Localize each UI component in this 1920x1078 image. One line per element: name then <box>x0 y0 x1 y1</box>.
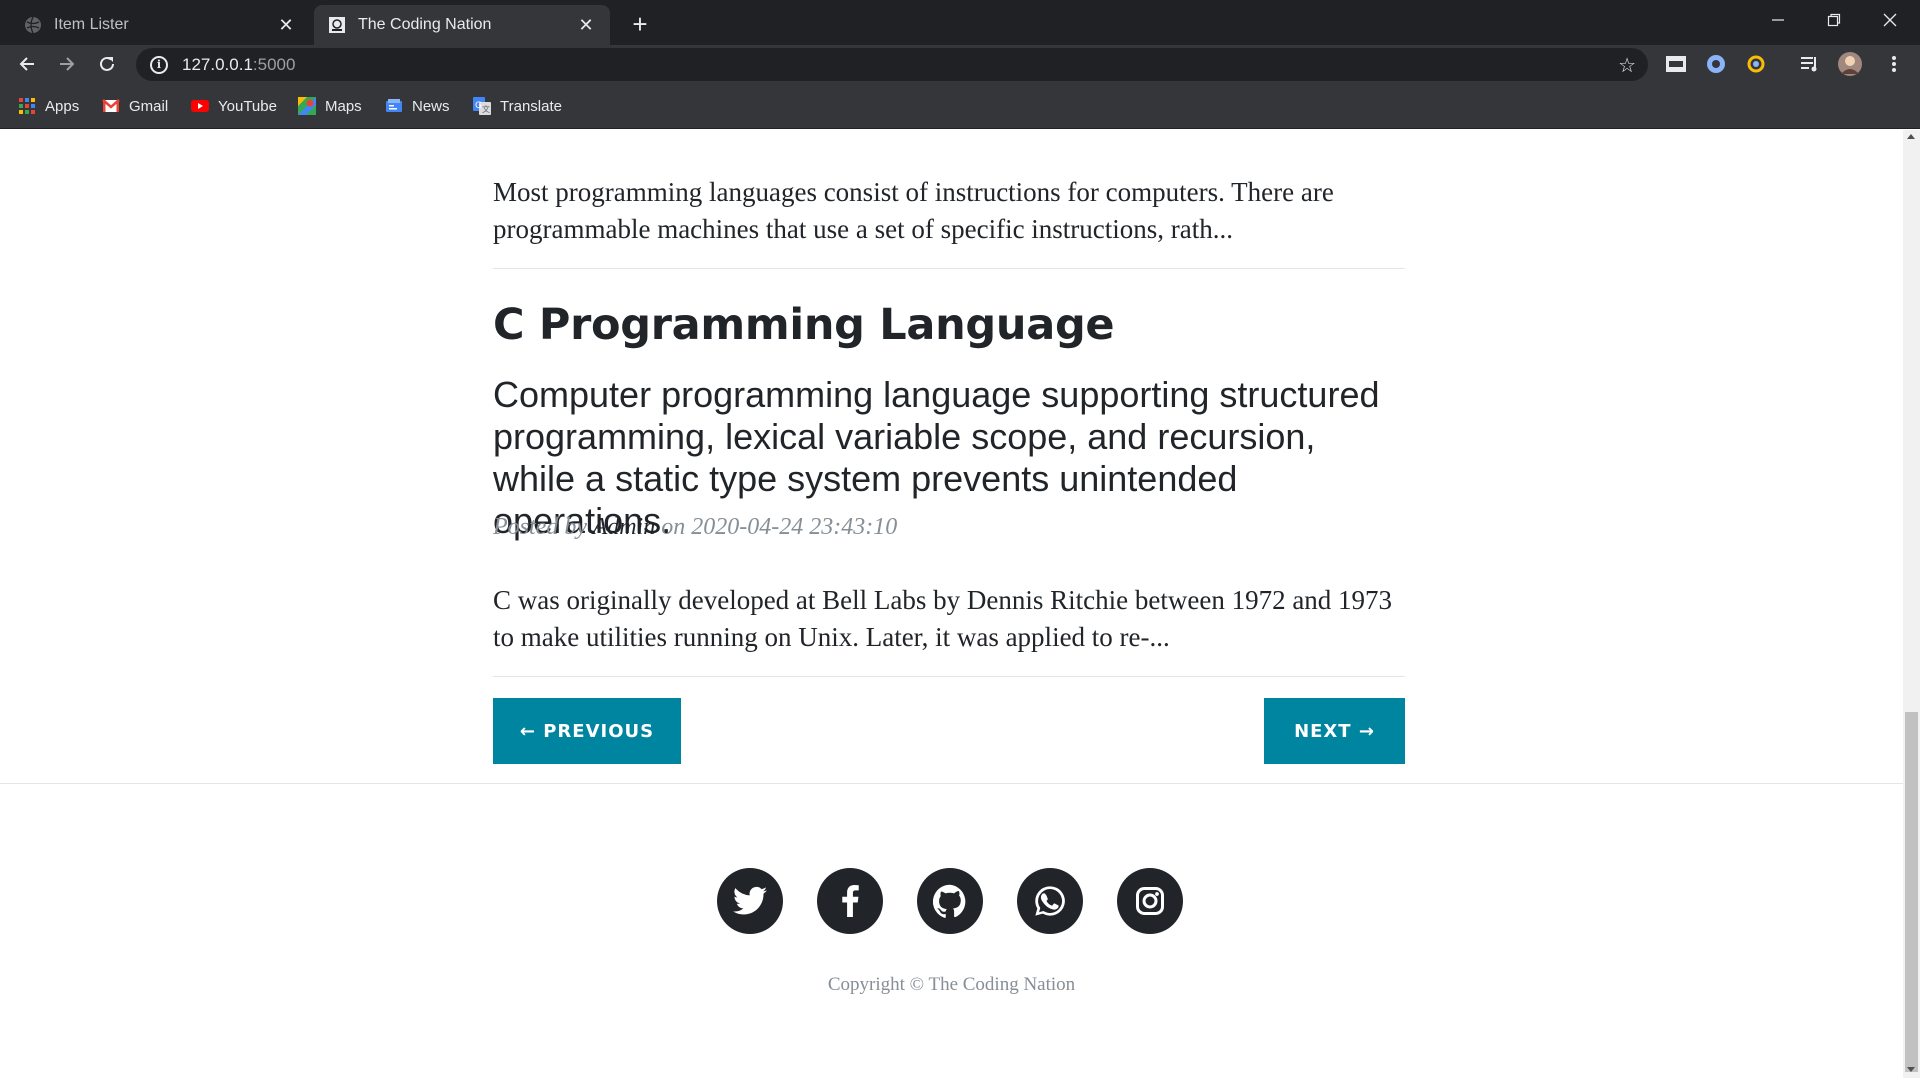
media-queue-icon[interactable] <box>1798 52 1822 76</box>
site-favicon-icon <box>328 16 346 34</box>
bookmark-star-icon[interactable]: ☆ <box>1618 53 1636 78</box>
previous-page-button[interactable]: ← PREVIOUS <box>493 698 681 764</box>
author-link[interactable]: Admin <box>593 514 656 540</box>
page-viewport: ⋯ Most programming languages consist of … <box>0 130 1903 1078</box>
bookmark-label: Gmail <box>129 97 169 115</box>
bookmark-label: News <box>412 97 450 115</box>
minimize-icon[interactable] <box>1750 0 1806 40</box>
extension-icon[interactable] <box>1704 52 1728 76</box>
site-info-icon[interactable]: i <box>150 55 168 74</box>
url-port: :5000 <box>252 54 296 74</box>
next-page-button[interactable]: NEXT → <box>1264 698 1405 764</box>
close-window-icon[interactable] <box>1862 0 1918 40</box>
previous-post-excerpt: Most programming languages consist of in… <box>493 177 1334 244</box>
svg-text:文: 文 <box>482 104 490 114</box>
menu-kebab-icon[interactable] <box>1882 52 1906 76</box>
vertical-scrollbar[interactable] <box>1903 130 1920 1078</box>
reload-icon[interactable] <box>90 47 124 81</box>
url-host: 127.0.0.1 <box>182 54 253 74</box>
svg-text:G: G <box>475 101 482 111</box>
bookmark-maps[interactable]: Maps <box>298 94 362 118</box>
tab-strip: Item Lister ✕ The Coding Nation ✕ + <box>0 0 1920 45</box>
tab-title: Item Lister <box>54 16 129 33</box>
browser-toolbar: i 127.0.0.1:5000 ☆ <box>0 45 1920 84</box>
whatsapp-icon[interactable] <box>1017 868 1083 934</box>
close-tab-icon[interactable]: ✕ <box>276 15 296 35</box>
instagram-icon[interactable] <box>1117 868 1183 934</box>
translate-icon: G文 <box>473 97 491 115</box>
previous-post-meta-clipped: ⋯ <box>493 130 517 143</box>
post-meta: Posted by Admin on 2020-04-24 23:43:10 <box>493 514 1405 541</box>
news-icon <box>385 97 403 115</box>
new-tab-button[interactable]: + <box>624 8 656 40</box>
copyright-text: Copyright © The Coding Nation <box>827 974 1076 995</box>
back-arrow-icon[interactable] <box>10 47 44 81</box>
tab-title: The Coding Nation <box>358 16 492 33</box>
scroll-down-arrow-icon[interactable] <box>1907 1067 1915 1072</box>
globe-icon <box>24 16 42 34</box>
meta-prefix: Posted by <box>493 514 587 540</box>
address-bar[interactable]: i 127.0.0.1:5000 ☆ <box>136 48 1648 81</box>
bookmark-gmail[interactable]: Gmail <box>102 94 168 118</box>
meta-on: on <box>661 514 686 540</box>
twitter-icon[interactable] <box>717 868 783 934</box>
post-excerpt: C was originally developed at Bell Labs … <box>493 585 1393 652</box>
facebook-icon[interactable] <box>817 868 883 934</box>
post-divider <box>493 676 1405 677</box>
post-title[interactable]: C Programming Language <box>493 300 1405 350</box>
bookmarks-bar: Apps Gmail YouTube Maps News G文 Translat… <box>0 84 1920 129</box>
gmail-icon <box>102 97 120 115</box>
apps-grid-icon <box>18 97 36 115</box>
restore-icon[interactable] <box>1806 0 1862 40</box>
bookmark-label: Translate <box>500 97 562 115</box>
bookmark-apps[interactable]: Apps <box>18 94 79 118</box>
extension-icon[interactable] <box>1744 52 1768 76</box>
post-date: 2020-04-24 23:43:10 <box>691 514 898 540</box>
close-tab-icon[interactable]: ✕ <box>576 15 596 35</box>
profile-avatar[interactable] <box>1838 52 1862 76</box>
bookmark-news[interactable]: News <box>385 94 450 118</box>
github-icon[interactable] <box>917 868 983 934</box>
tab-coding-nation[interactable]: The Coding Nation ✕ <box>314 5 610 45</box>
bookmark-label: YouTube <box>218 97 277 115</box>
bookmark-youtube[interactable]: YouTube <box>191 94 277 118</box>
extension-icon[interactable] <box>1664 52 1688 76</box>
youtube-icon <box>191 97 209 115</box>
maps-icon <box>298 97 316 115</box>
bookmark-label: Apps <box>45 97 80 115</box>
tab-item-lister[interactable]: Item Lister ✕ <box>10 5 310 45</box>
footer-divider <box>0 783 1903 784</box>
bookmark-label: Maps <box>325 97 362 115</box>
post-divider <box>493 268 1405 269</box>
scroll-up-arrow-icon[interactable] <box>1907 134 1915 139</box>
scrollbar-thumb[interactable] <box>1905 712 1918 1072</box>
bookmark-translate[interactable]: G文 Translate <box>473 94 562 118</box>
forward-arrow-icon[interactable] <box>50 47 84 81</box>
